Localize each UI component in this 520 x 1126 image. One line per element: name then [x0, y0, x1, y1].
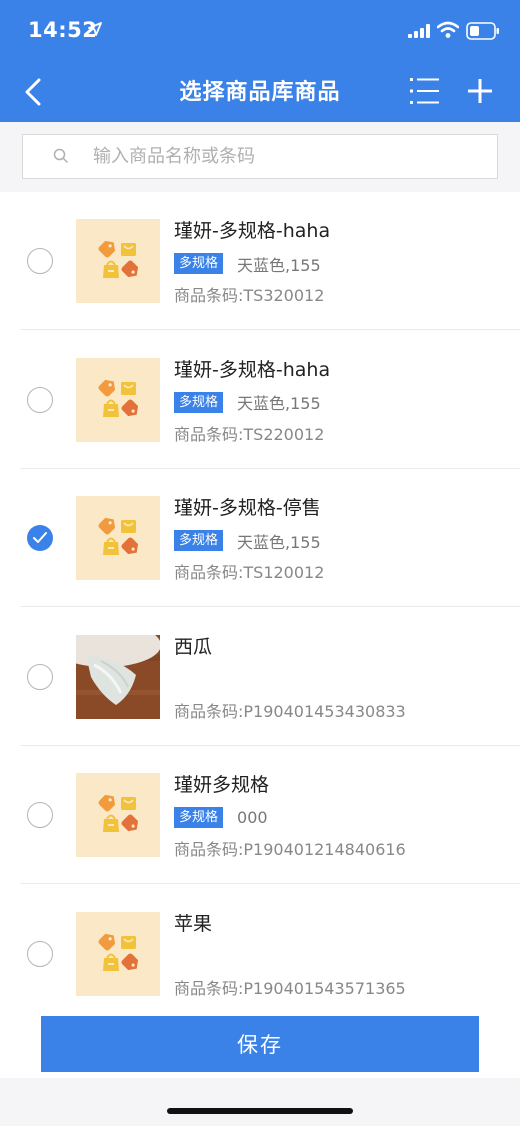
footer: 保存: [0, 1010, 520, 1078]
list-icon[interactable]: [407, 74, 443, 108]
product-name: 西瓜: [174, 635, 213, 658]
battery-icon: [466, 22, 499, 40]
product-barcode: 商品条码:TS120012: [174, 563, 325, 582]
cellular-signal-icon: [408, 24, 430, 38]
list-item[interactable]: 瑾妍-多规格-haha 多规格 天蓝色,155 商品条码:TS220012: [0, 331, 520, 469]
shopping-goods-icon: [98, 933, 139, 971]
plus-icon[interactable]: [462, 73, 498, 109]
product-barcode: 商品条码:TS220012: [174, 424, 325, 444]
spec-text: 天蓝色,155: [237, 532, 321, 552]
home-indicator[interactable]: [167, 1108, 353, 1114]
product-thumbnail: [76, 219, 160, 303]
wifi-icon: [437, 21, 459, 38]
spec-text: 天蓝色,155: [237, 394, 321, 413]
multi-spec-badge: 多规格: [174, 391, 224, 413]
spec-row: 多规格 天蓝色,155: [174, 253, 321, 275]
status-time: 14:52: [28, 18, 98, 42]
select-radio[interactable]: [27, 940, 53, 967]
shopping-goods-icon: [98, 379, 139, 417]
spec-text: 天蓝色,155: [237, 255, 321, 275]
multi-spec-badge: 多规格: [174, 807, 224, 828]
product-thumbnail: [76, 911, 160, 996]
product-thumbnail: [76, 634, 160, 719]
checkmark-icon: [33, 532, 47, 543]
product-name: 苹果: [174, 912, 213, 935]
spec-row: 多规格 000: [174, 807, 268, 828]
select-radio[interactable]: [27, 386, 53, 413]
search-box[interactable]: [22, 134, 498, 179]
shopping-goods-icon: [98, 794, 139, 832]
search-icon: [53, 148, 68, 163]
product-name: 瑾妍多规格: [174, 774, 270, 796]
select-radio[interactable]: [27, 248, 53, 274]
product-name: 瑾妍-多规格-haha: [174, 358, 331, 381]
product-photo-image: [76, 634, 160, 719]
product-name: 瑾妍-多规格-停售: [174, 497, 321, 519]
list-item[interactable]: 瑾妍-多规格-haha 多规格 天蓝色,155 商品条码:TS320012: [0, 192, 520, 330]
select-radio[interactable]: [27, 663, 53, 690]
multi-spec-badge: 多规格: [174, 253, 224, 274]
status-bar: 14:52: [0, 0, 520, 64]
list-item[interactable]: 瑾妍-多规格-停售 多规格 天蓝色,155 商品条码:TS120012: [0, 469, 520, 607]
select-radio[interactable]: [27, 525, 53, 551]
list-item[interactable]: 西瓜 商品条码:P190401453430833: [0, 608, 520, 746]
product-barcode: 商品条码:P190401543571365: [174, 978, 406, 998]
product-list: 瑾妍-多规格-haha 多规格 天蓝色,155 商品条码:TS320012 瑾妍…: [0, 192, 520, 1010]
shopping-goods-icon: [98, 240, 139, 278]
search-area: [0, 122, 520, 192]
product-thumbnail: [76, 773, 160, 857]
shopping-goods-icon: [98, 517, 139, 555]
nav-bar: 选择商品库商品: [0, 64, 520, 122]
search-input[interactable]: [93, 135, 483, 178]
select-radio[interactable]: [27, 802, 53, 828]
list-item[interactable]: 瑾妍多规格 多规格 000 商品条码:P190401214840616: [0, 746, 520, 884]
list-item[interactable]: 苹果 商品条码:P190401543571365: [0, 885, 520, 1011]
home-area: [0, 1078, 520, 1126]
product-barcode: 商品条码:P190401453430833: [174, 701, 406, 721]
top-bar: 14:52 选择商品库商品: [0, 0, 520, 122]
product-name: 瑾妍-多规格-haha: [174, 220, 331, 242]
location-arrow-icon: [88, 22, 102, 36]
product-thumbnail: [76, 496, 160, 580]
spec-row: 多规格 天蓝色,155: [174, 530, 321, 552]
spec-row: 多规格 天蓝色,155: [174, 391, 321, 413]
spec-text: 000: [237, 808, 268, 827]
multi-spec-badge: 多规格: [174, 530, 224, 551]
product-barcode: 商品条码:P190401214840616: [174, 840, 406, 859]
product-barcode: 商品条码:TS320012: [174, 286, 325, 305]
product-thumbnail: [76, 357, 160, 442]
save-button[interactable]: 保存: [41, 1016, 479, 1072]
